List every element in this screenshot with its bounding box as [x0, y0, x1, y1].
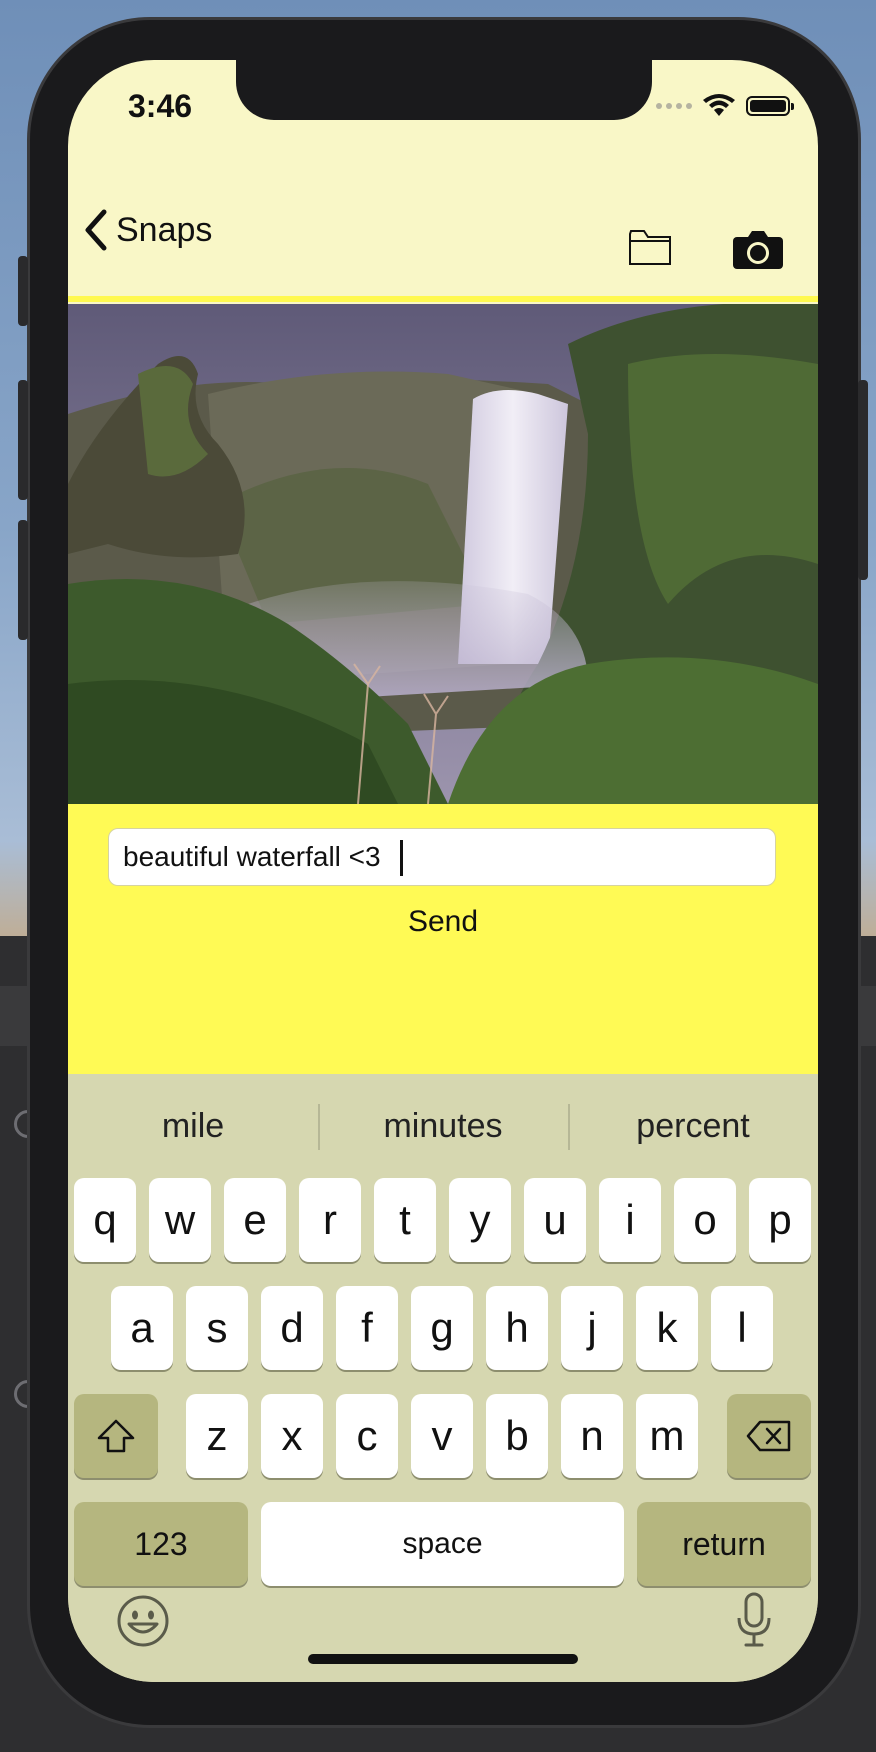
folder-button[interactable]: [628, 228, 672, 271]
status-icons: [656, 94, 794, 118]
battery-icon: [746, 96, 794, 116]
space-key[interactable]: space: [261, 1502, 624, 1586]
key-q[interactable]: q: [74, 1178, 136, 1262]
numbers-key[interactable]: 123: [74, 1502, 248, 1586]
folder-icon: [629, 230, 671, 265]
key-s[interactable]: s: [186, 1286, 248, 1370]
suggestion-item[interactable]: minutes: [318, 1074, 568, 1178]
delete-key[interactable]: [727, 1394, 811, 1478]
suggestion-item[interactable]: mile: [68, 1074, 318, 1178]
emoji-button[interactable]: [116, 1594, 170, 1653]
wifi-icon: [703, 94, 735, 116]
key-g[interactable]: g: [411, 1286, 473, 1370]
return-key[interactable]: return: [637, 1502, 811, 1586]
key-b[interactable]: b: [486, 1394, 548, 1478]
key-h[interactable]: h: [486, 1286, 548, 1370]
home-indicator[interactable]: [308, 1654, 578, 1664]
waterfall-photo: [68, 304, 818, 804]
key-p[interactable]: p: [749, 1178, 811, 1262]
key-k[interactable]: k: [636, 1286, 698, 1370]
camera-icon: [733, 231, 783, 269]
key-c[interactable]: c: [336, 1394, 398, 1478]
keyboard: mile minutes percent q w e r t y u i o p…: [68, 1074, 818, 1682]
key-i[interactable]: i: [599, 1178, 661, 1262]
key-z[interactable]: z: [186, 1394, 248, 1478]
app-screen: 3:46 Snaps beautiful waterfall <3 Send m…: [68, 60, 818, 1682]
key-n[interactable]: n: [561, 1394, 623, 1478]
suggestion-bar: mile minutes percent: [68, 1074, 818, 1178]
photo-image: [68, 304, 818, 804]
key-o[interactable]: o: [674, 1178, 736, 1262]
key-e[interactable]: e: [224, 1178, 286, 1262]
shift-icon: [97, 1419, 135, 1453]
key-v[interactable]: v: [411, 1394, 473, 1478]
suggestion-item[interactable]: percent: [568, 1074, 818, 1178]
emoji-icon: [117, 1595, 169, 1647]
status-time: 3:46: [128, 88, 193, 124]
key-l[interactable]: l: [711, 1286, 773, 1370]
navigation-bar: Snaps: [68, 180, 818, 298]
chevron-left-icon: [85, 209, 107, 251]
key-d[interactable]: d: [261, 1286, 323, 1370]
volume-down-button: [18, 520, 28, 640]
text-cursor: [400, 840, 403, 876]
volume-up-button: [18, 380, 28, 500]
key-y[interactable]: y: [449, 1178, 511, 1262]
navbar-divider: [68, 296, 818, 302]
send-button[interactable]: Send: [68, 904, 818, 940]
key-j[interactable]: j: [561, 1286, 623, 1370]
compose-area: Send: [68, 804, 818, 1074]
back-label: Snaps: [116, 210, 213, 249]
back-button[interactable]: Snaps: [82, 208, 212, 252]
notch: [236, 60, 652, 120]
caption-input[interactable]: [108, 828, 776, 886]
power-button: [858, 380, 868, 580]
key-a[interactable]: a: [111, 1286, 173, 1370]
key-w[interactable]: w: [149, 1178, 211, 1262]
key-x[interactable]: x: [261, 1394, 323, 1478]
key-r[interactable]: r: [299, 1178, 361, 1262]
key-m[interactable]: m: [636, 1394, 698, 1478]
camera-button[interactable]: [732, 230, 784, 275]
dictation-button[interactable]: [736, 1592, 772, 1653]
silent-switch: [18, 256, 28, 326]
backspace-icon: [746, 1420, 791, 1452]
key-t[interactable]: t: [374, 1178, 436, 1262]
key-u[interactable]: u: [524, 1178, 586, 1262]
shift-key[interactable]: [74, 1394, 158, 1478]
key-f[interactable]: f: [336, 1286, 398, 1370]
signal-dots-icon: [656, 103, 692, 109]
microphone-icon: [737, 1592, 771, 1647]
